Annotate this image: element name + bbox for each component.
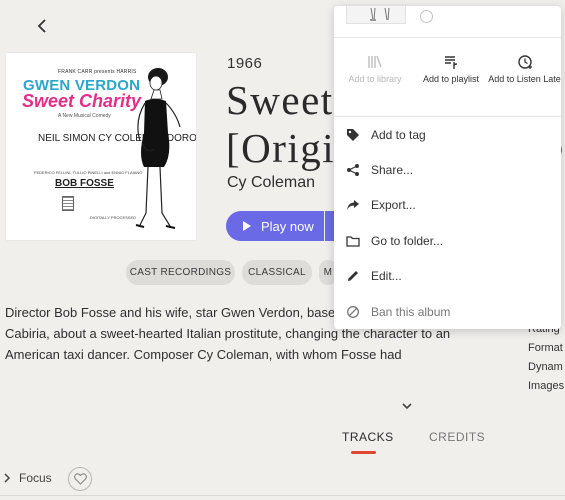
meta-label-dynamic-range: Dynam <box>528 361 563 373</box>
pencil-icon <box>346 269 360 283</box>
expand-description-button[interactable] <box>399 398 415 414</box>
genre-chip[interactable]: CLASSICAL <box>242 260 312 285</box>
mini-cover-thumbnail <box>346 6 406 24</box>
add-to-listen-later-label: Add to Listen Later <box>488 74 561 84</box>
album-title-continued: [Origi <box>226 125 336 171</box>
menu-header <box>334 6 561 38</box>
menu-item-go-to-folder[interactable]: Go to folder... <box>334 224 561 258</box>
share-icon <box>346 163 360 177</box>
album-cover[interactable]: FRANK CARR presents HARRIS GWEN VERDON S… <box>6 53 196 240</box>
disc-icon <box>420 10 433 23</box>
cover-director: BOB FOSSE <box>55 178 114 189</box>
tab-tracks[interactable]: TRACKS <box>342 430 394 444</box>
add-to-listen-later-button[interactable]: Add to Listen Later <box>488 54 561 85</box>
ban-icon <box>346 305 360 319</box>
focus-label: Focus <box>19 471 52 485</box>
add-to-library-label: Add to library <box>348 74 402 84</box>
menu-item-share[interactable]: Share... <box>334 153 561 187</box>
cover-cd-logo <box>62 196 74 211</box>
library-icon <box>368 55 382 68</box>
play-now-label: Play now <box>261 218 314 234</box>
add-to-library-button[interactable]: Add to library <box>337 54 413 85</box>
menu-item-export[interactable]: Export... <box>334 188 561 222</box>
cover-subtitle: A New Musical Comedy <box>58 113 111 119</box>
menu-item-label: Add to tag <box>371 128 426 142</box>
active-tab-indicator <box>351 451 376 454</box>
play-icon <box>243 221 251 231</box>
menu-item-label: Share... <box>371 163 414 177</box>
export-icon <box>346 198 360 212</box>
heart-icon <box>73 473 87 485</box>
focus-toggle[interactable]: Focus <box>4 471 52 485</box>
divider <box>0 495 565 496</box>
tag-icon <box>346 128 360 142</box>
clock-add-icon <box>518 55 532 69</box>
album-title: Sweet <box>226 77 334 123</box>
chevron-left-icon <box>37 19 46 33</box>
play-now-button[interactable]: Play now <box>226 211 324 241</box>
menu-item-label: Ban this album <box>371 305 451 319</box>
genre-chip[interactable]: CAST RECORDINGS <box>126 260 235 285</box>
menu-item-add-to-tag[interactable]: Add to tag <box>334 118 561 152</box>
back-button[interactable] <box>30 14 54 38</box>
meta-label-format: Format <box>528 342 563 354</box>
meta-label-images: Images <box>528 380 565 392</box>
add-to-playlist-button[interactable]: Add to playlist <box>413 54 489 85</box>
mini-cover-figure <box>370 8 390 21</box>
menu-divider <box>334 116 561 117</box>
menu-item-ban-album[interactable]: Ban this album <box>334 295 561 329</box>
album-context-menu: Add to library Add to playlist Add to Li… <box>334 6 561 329</box>
menu-item-label: Edit... <box>371 269 402 283</box>
album-year: 1966 <box>227 55 263 72</box>
menu-item-label: Export... <box>371 198 416 212</box>
chevron-right-icon <box>4 473 11 483</box>
cover-illustration <box>135 68 181 229</box>
menu-item-label: Go to folder... <box>371 234 444 248</box>
add-to-playlist-label: Add to playlist <box>422 74 480 84</box>
artist-link[interactable]: Cy Coleman <box>227 174 315 192</box>
tab-credits[interactable]: CREDITS <box>429 430 485 444</box>
playlist-add-icon <box>445 56 458 69</box>
folder-icon <box>346 234 360 248</box>
favorite-button[interactable] <box>68 467 92 491</box>
menu-item-edit[interactable]: Edit... <box>334 259 561 293</box>
chevron-down-icon <box>402 402 412 409</box>
